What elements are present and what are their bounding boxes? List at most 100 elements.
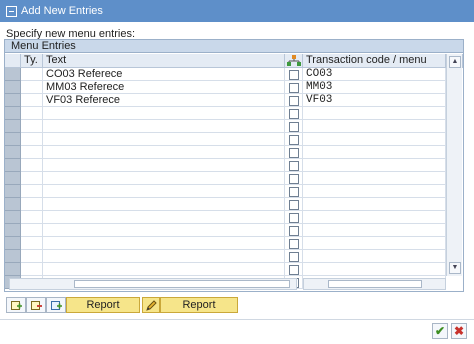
insert-row-button[interactable]	[6, 297, 26, 313]
row-selector[interactable]	[5, 133, 21, 146]
text-cell[interactable]	[43, 224, 285, 237]
table-row[interactable]: MM03 Referece MM03	[5, 81, 463, 94]
row-selector[interactable]	[5, 81, 21, 94]
row-selector[interactable]	[5, 120, 21, 133]
node-checkbox[interactable]	[289, 252, 299, 262]
text-cell[interactable]: CO03 Referece	[43, 68, 285, 81]
row-selector[interactable]	[5, 159, 21, 172]
code-cell[interactable]	[303, 159, 446, 172]
row-selector[interactable]	[5, 211, 21, 224]
row-selector[interactable]	[5, 94, 21, 107]
table-row[interactable]: CO03 Referece CO03	[5, 68, 463, 81]
table-row[interactable]	[5, 120, 463, 133]
code-cell[interactable]: VF03	[303, 94, 446, 107]
row-selector[interactable]	[5, 146, 21, 159]
code-cell[interactable]	[303, 120, 446, 133]
table-row[interactable]	[5, 172, 463, 185]
type-cell[interactable]	[21, 263, 43, 276]
type-cell[interactable]	[21, 159, 43, 172]
code-cell[interactable]: MM03	[303, 81, 446, 94]
type-cell[interactable]	[21, 107, 43, 120]
code-cell[interactable]	[303, 107, 446, 120]
type-cell[interactable]	[21, 211, 43, 224]
row-selector[interactable]	[5, 263, 21, 276]
code-cell[interactable]	[303, 250, 446, 263]
table-row[interactable]	[5, 159, 463, 172]
text-cell[interactable]: VF03 Referece	[43, 94, 285, 107]
type-cell[interactable]	[21, 146, 43, 159]
node-checkbox[interactable]	[289, 148, 299, 158]
node-checkbox[interactable]	[289, 226, 299, 236]
type-cell[interactable]	[21, 224, 43, 237]
horizontal-scrollbar-right[interactable]	[303, 278, 446, 290]
type-cell[interactable]	[21, 250, 43, 263]
table-row[interactable]	[5, 211, 463, 224]
column-header-hierarchy[interactable]	[285, 54, 303, 68]
table-row[interactable]	[5, 133, 463, 146]
cancel-button[interactable]: ✖	[451, 323, 467, 339]
horizontal-scrollbar-left[interactable]	[9, 278, 297, 290]
node-checkbox[interactable]	[289, 161, 299, 171]
delete-row-button[interactable]	[26, 297, 46, 313]
text-cell[interactable]	[43, 172, 285, 185]
node-checkbox[interactable]	[289, 135, 299, 145]
code-cell[interactable]	[303, 185, 446, 198]
node-checkbox[interactable]	[289, 239, 299, 249]
code-cell[interactable]	[303, 198, 446, 211]
text-cell[interactable]	[43, 250, 285, 263]
type-cell[interactable]	[21, 185, 43, 198]
code-cell[interactable]	[303, 224, 446, 237]
row-selector[interactable]	[5, 198, 21, 211]
text-cell[interactable]	[43, 120, 285, 133]
type-cell[interactable]	[21, 94, 43, 107]
table-row[interactable]	[5, 185, 463, 198]
row-selector[interactable]	[5, 250, 21, 263]
node-checkbox[interactable]	[289, 200, 299, 210]
report-button[interactable]: Report	[66, 297, 140, 313]
node-checkbox[interactable]	[289, 109, 299, 119]
table-row[interactable]	[5, 250, 463, 263]
add-transaction-button[interactable]	[46, 297, 66, 313]
text-cell[interactable]	[43, 237, 285, 250]
code-cell[interactable]	[303, 263, 446, 276]
table-row[interactable]	[5, 107, 463, 120]
node-checkbox[interactable]	[289, 213, 299, 223]
row-selector[interactable]	[5, 68, 21, 81]
row-selector[interactable]	[5, 237, 21, 250]
node-checkbox[interactable]	[289, 96, 299, 106]
table-row[interactable]	[5, 237, 463, 250]
column-header-text[interactable]: Text	[43, 54, 285, 68]
table-row[interactable]	[5, 146, 463, 159]
code-cell[interactable]: CO03	[303, 68, 446, 81]
type-cell[interactable]	[21, 172, 43, 185]
text-cell[interactable]	[43, 211, 285, 224]
row-selector[interactable]	[5, 185, 21, 198]
code-cell[interactable]	[303, 237, 446, 250]
table-row[interactable]: VF03 Referece VF03	[5, 94, 463, 107]
row-selector[interactable]	[5, 224, 21, 237]
text-cell[interactable]	[43, 185, 285, 198]
scroll-down-icon[interactable]: ▼	[449, 262, 461, 274]
table-row[interactable]	[5, 224, 463, 237]
node-checkbox[interactable]	[289, 174, 299, 184]
row-selector[interactable]	[5, 172, 21, 185]
report-button-2[interactable]: Report	[160, 297, 238, 313]
node-checkbox[interactable]	[289, 70, 299, 80]
text-cell[interactable]	[43, 133, 285, 146]
text-cell[interactable]	[43, 263, 285, 276]
type-cell[interactable]	[21, 68, 43, 81]
text-cell[interactable]	[43, 146, 285, 159]
vertical-scrollbar[interactable]: ▲ ▼	[446, 54, 462, 276]
scroll-thumb[interactable]	[328, 280, 422, 288]
table-row[interactable]	[5, 198, 463, 211]
node-checkbox[interactable]	[289, 83, 299, 93]
type-cell[interactable]	[21, 81, 43, 94]
node-checkbox[interactable]	[289, 122, 299, 132]
text-cell[interactable]	[43, 159, 285, 172]
row-selector[interactable]	[5, 107, 21, 120]
node-checkbox[interactable]	[289, 187, 299, 197]
code-cell[interactable]	[303, 133, 446, 146]
ok-button[interactable]: ✔	[432, 323, 448, 339]
type-cell[interactable]	[21, 120, 43, 133]
code-cell[interactable]	[303, 211, 446, 224]
